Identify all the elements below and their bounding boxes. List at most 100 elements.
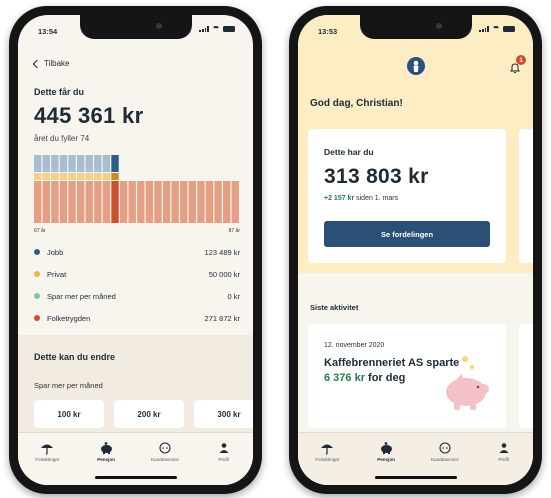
piggy-bank-icon bbox=[81, 441, 131, 455]
chart-bar-segment bbox=[51, 155, 59, 172]
tab-label: Profil bbox=[218, 457, 229, 462]
pension-subtitle: året du fyller 74 bbox=[34, 134, 90, 143]
status-icons bbox=[479, 26, 515, 32]
chat-icon bbox=[140, 441, 190, 455]
activity-card[interactable]: 12. november 2020 Kaffebrenneriet AS spa… bbox=[308, 324, 506, 428]
legend-dot bbox=[34, 315, 40, 321]
umbrella-icon bbox=[22, 441, 72, 455]
phone-left: 13:54 Tilbake Dette får du 445 361 kr år… bbox=[9, 6, 262, 494]
status-icons bbox=[199, 26, 235, 32]
legend-value: 123 489 kr bbox=[204, 247, 240, 257]
tab-profil[interactable]: Profil bbox=[479, 441, 529, 462]
chart-bar-segment bbox=[111, 155, 119, 172]
balance-card[interactable]: Dette har du 313 803 kr +2 157 kr siden … bbox=[308, 129, 506, 263]
pension-bar-chart[interactable] bbox=[34, 155, 239, 223]
tab-forsikringer[interactable]: Forsikringer bbox=[302, 441, 352, 462]
chat-icon bbox=[420, 441, 470, 455]
legend-value: 50 000 kr bbox=[208, 269, 240, 279]
battery-icon bbox=[223, 26, 235, 32]
chart-bar-segment bbox=[76, 173, 85, 180]
chart-bar-segment bbox=[94, 181, 102, 223]
phone-right: 13:53 1 God dag, Christian! Dette har du… bbox=[289, 6, 542, 494]
pension-amount: 445 361 kr bbox=[34, 103, 144, 128]
legend-row: Jobb 123 489 kr bbox=[34, 241, 240, 263]
activity-date: 12. november 2020 bbox=[324, 342, 385, 349]
chart-bar-segment bbox=[42, 181, 50, 223]
tab-label: Pensjon bbox=[97, 457, 116, 462]
home-indicator bbox=[94, 476, 177, 479]
chart-bar-segment bbox=[197, 181, 205, 223]
chart-bar-segment bbox=[68, 155, 76, 172]
chart-bar-segment bbox=[223, 181, 231, 223]
wifi-icon bbox=[492, 26, 500, 32]
tab-label: Kundeservice bbox=[150, 457, 179, 462]
screen-home: 13:53 1 God dag, Christian! Dette har du… bbox=[298, 15, 533, 485]
battery-icon bbox=[503, 26, 515, 32]
page-title: Dette får du bbox=[34, 87, 85, 97]
amount-chips: 100 kr 200 kr 300 kr bbox=[34, 400, 253, 428]
chart-bar-segment bbox=[76, 181, 85, 223]
tab-label: Forsikringer bbox=[35, 457, 60, 462]
chart-bar-segment bbox=[94, 173, 102, 180]
axis-end-label: 87 år bbox=[228, 228, 240, 234]
piggy-bank-icon bbox=[361, 441, 411, 455]
chart-bar-segment bbox=[68, 173, 76, 180]
wifi-icon bbox=[212, 26, 220, 32]
legend-label: Spar mer per måned bbox=[47, 291, 116, 301]
chart-bar-segment bbox=[128, 181, 136, 223]
legend-label: Privat bbox=[47, 269, 67, 279]
balance-change: +2 157 kr siden 1. mars bbox=[324, 195, 398, 202]
piggy-bank-illustration-icon bbox=[446, 356, 489, 410]
chart-bar-segment bbox=[59, 173, 68, 180]
legend-value: 271 872 kr bbox=[204, 313, 240, 323]
legend-row: Spar mer per måned 0 kr bbox=[34, 285, 240, 307]
tab-forsikringer[interactable]: Forsikringer bbox=[22, 441, 72, 462]
amount-chip[interactable]: 300 kr bbox=[194, 400, 253, 428]
chart-bar-segment bbox=[111, 173, 119, 180]
person-icon bbox=[479, 441, 529, 455]
chart-bar-segment bbox=[119, 181, 128, 223]
tab-label: Kundeservice bbox=[430, 457, 459, 462]
spar-label: Spar mer per måned bbox=[34, 381, 103, 390]
tab-label: Profil bbox=[498, 457, 509, 462]
back-label: Tilbake bbox=[44, 59, 70, 68]
tab-pensjon[interactable]: Pensjon bbox=[81, 441, 131, 462]
chart-bar-segment bbox=[188, 181, 197, 223]
tab-label: Pensjon bbox=[377, 457, 396, 462]
see-distribution-button[interactable]: Se fordelingen bbox=[324, 221, 490, 247]
tab-pensjon[interactable]: Pensjon bbox=[361, 441, 411, 462]
amount-chip[interactable]: 200 kr bbox=[114, 400, 184, 428]
status-time: 13:54 bbox=[38, 27, 58, 36]
legend-dot bbox=[34, 249, 40, 255]
tab-profil[interactable]: Profil bbox=[199, 441, 249, 462]
tab-kundeservice[interactable]: Kundeservice bbox=[140, 441, 190, 462]
chart-bar-segment bbox=[102, 173, 111, 180]
chart-bar-segment bbox=[34, 155, 42, 172]
chart-bar-segment bbox=[85, 155, 93, 172]
next-activity-peek[interactable] bbox=[519, 324, 533, 428]
chart-bar-segment bbox=[94, 155, 102, 172]
greeting: God dag, Christian! bbox=[310, 98, 403, 109]
chart-bar-segment bbox=[205, 181, 214, 223]
brand-logo-icon bbox=[406, 57, 425, 75]
signal-icon bbox=[199, 26, 209, 32]
chevron-left-icon bbox=[32, 59, 42, 68]
back-button[interactable]: Tilbake bbox=[32, 59, 70, 68]
chart-bar-segment bbox=[171, 181, 179, 223]
home-indicator bbox=[374, 476, 457, 479]
chart-bar-segment bbox=[85, 181, 93, 223]
next-card-peek[interactable] bbox=[519, 129, 533, 263]
tab-kundeservice[interactable]: Kundeservice bbox=[420, 441, 470, 462]
activity-amount: 6 376 kr bbox=[324, 372, 365, 384]
notch bbox=[359, 15, 472, 39]
status-time: 13:53 bbox=[318, 27, 338, 36]
amount-chip[interactable]: 100 kr bbox=[34, 400, 104, 428]
section-title: Dette kan du endre bbox=[34, 352, 116, 362]
chart-bar-segment bbox=[154, 181, 162, 223]
activity-section-title: Siste aktivitet bbox=[310, 303, 359, 312]
chart-bar-segment bbox=[137, 181, 145, 223]
notification-badge: 1 bbox=[516, 55, 526, 65]
chart-bar-segment bbox=[59, 155, 68, 172]
balance-change-value: +2 157 kr bbox=[324, 195, 355, 202]
chart-bar-segment bbox=[34, 173, 42, 180]
